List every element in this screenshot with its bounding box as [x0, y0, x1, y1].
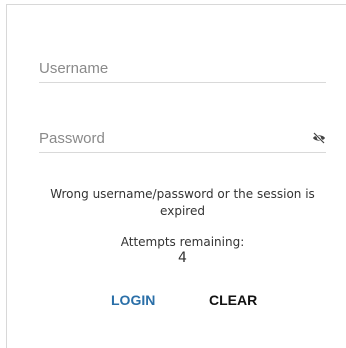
username-input[interactable] [39, 56, 299, 80]
clear-button[interactable]: CLEAR [205, 290, 261, 310]
attempts-label: Attempts remaining: [120, 235, 245, 249]
password-field [39, 126, 326, 153]
attempts-count: 4 [178, 250, 187, 266]
error-message: Wrong username/password or the session i… [50, 187, 315, 218]
password-input[interactable] [39, 126, 299, 150]
eye-off-icon[interactable] [312, 131, 326, 145]
login-button[interactable]: LOGIN [107, 290, 159, 310]
username-field [39, 56, 326, 83]
login-panel: Wrong username/password or the session i… [6, 4, 346, 348]
